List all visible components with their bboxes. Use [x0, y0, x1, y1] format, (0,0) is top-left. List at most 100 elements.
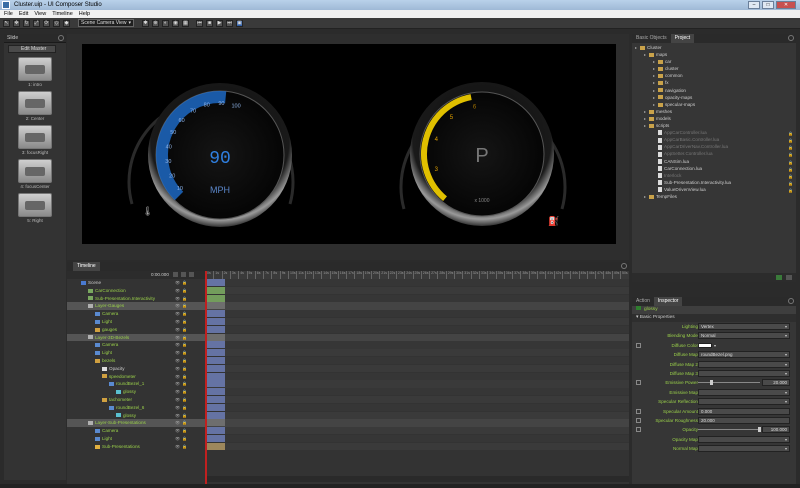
property-dropdown[interactable]: ▾ [698, 360, 790, 368]
menu-item-edit[interactable]: Edit [19, 11, 28, 17]
timeline-row[interactable]: Camera 👁🔒 [67, 427, 209, 434]
timeline-scrollbar[interactable] [207, 476, 629, 482]
property-dropdown[interactable]: ▾ [698, 398, 790, 406]
timeline-row[interactable]: Layer-3D-Bezels 👁🔒 [67, 333, 209, 341]
tree-folder[interactable]: ▸ models [632, 115, 796, 122]
row-toggles[interactable]: 👁🔒 [175, 287, 203, 294]
time-bar[interactable] [205, 286, 225, 294]
time-bar[interactable] [205, 310, 225, 318]
timeline-row[interactable]: Light 👁🔒 [67, 318, 209, 325]
refresh-icon[interactable]: ⟳ [43, 20, 50, 27]
row-toggles[interactable]: 👁🔒 [175, 419, 203, 426]
timeline-row[interactable]: tachometer 👁🔒 [67, 396, 209, 403]
timeline-row[interactable]: speedometer 👁🔒 [67, 373, 209, 380]
time-bar[interactable] [205, 411, 225, 419]
tree-file[interactable]: AppSetter.Controller.lua 🔒 [632, 150, 796, 157]
slide-item[interactable]: 3: focusRight [14, 125, 56, 155]
tree-file[interactable]: AppCarController.lua 🔒 [632, 129, 796, 136]
row-toggles[interactable]: 👁🔒 [175, 302, 203, 309]
time-bar[interactable] [205, 333, 225, 341]
tab-timeline[interactable]: Timeline [73, 262, 100, 271]
local-space-icon[interactable]: ◇ [53, 20, 60, 27]
timeline-row[interactable]: Opacity 👁🔒 [67, 365, 209, 372]
import-icon[interactable] [776, 275, 782, 280]
close-icon[interactable] [621, 263, 627, 269]
property-value[interactable]: 0.000 [698, 407, 790, 415]
property-dropdown[interactable]: ▾ [698, 388, 790, 396]
time-bar[interactable] [205, 442, 225, 450]
timeline-row[interactable]: Layer-Sub-Presentations 👁🔒 [67, 419, 209, 427]
tree-file[interactable]: AppCarBasic.Controller.lua 🔒 [632, 136, 796, 143]
render-mode-icon[interactable]: ▦ [182, 20, 189, 27]
maximize-button[interactable]: □ [762, 1, 774, 9]
row-toggles[interactable]: 👁🔒 [175, 279, 203, 286]
tab-inspector[interactable]: Inspector [653, 297, 683, 306]
timeline-row[interactable]: roundBezel_6 👁🔒 [67, 404, 209, 411]
fast-forward-icon[interactable]: ⏭ [226, 20, 233, 27]
time-bar[interactable] [205, 294, 225, 302]
keyframe-icon[interactable] [636, 342, 641, 348]
row-toggles[interactable]: 👁🔒 [175, 427, 203, 434]
lock-icon[interactable] [189, 272, 194, 277]
row-toggles[interactable]: 👁🔒 [175, 357, 203, 364]
pan-icon[interactable]: ⊕ [152, 20, 159, 27]
tree-file[interactable]: Interlock 🔒 [632, 172, 796, 179]
tree-folder[interactable]: ▸ Cluster [632, 44, 796, 51]
row-toggles[interactable]: 👁🔒 [175, 295, 203, 302]
scene-viewport[interactable]: 10 20 30 40 50 60 70 80 90 100 90 MPH 🌡 3456 P x … [67, 34, 629, 260]
section-header[interactable]: ▾ Basic Properties [632, 314, 796, 322]
time-bar[interactable] [205, 403, 225, 411]
play-icon[interactable]: ▶ [216, 20, 223, 27]
stop-icon[interactable]: ■ [206, 20, 213, 27]
time-bar[interactable] [205, 435, 225, 442]
refresh-icon[interactable] [786, 275, 792, 280]
tree-file[interactable]: ValueDrivenView.lua 🔒 [632, 186, 796, 193]
chevron-down-icon[interactable]: ▾ [714, 341, 716, 350]
property-dropdown[interactable]: Normal ▾ [698, 332, 790, 340]
menu-item-help[interactable]: Help [79, 11, 90, 17]
time-bar[interactable] [205, 318, 225, 325]
timeline-row[interactable]: Light 👁🔒 [67, 435, 209, 442]
time-bar[interactable] [205, 325, 225, 333]
slide-item[interactable]: 1: intro [14, 57, 56, 87]
row-toggles[interactable]: 👁🔒 [175, 396, 203, 403]
property-dropdown[interactable]: roundBezel.png ▾ [698, 351, 790, 359]
orbit-icon[interactable]: ◐ [162, 20, 169, 27]
tree-folder[interactable]: ▸ fx [632, 79, 796, 86]
close-icon[interactable] [58, 35, 64, 41]
tab-project[interactable]: Project [670, 34, 695, 43]
close-icon[interactable] [788, 35, 794, 41]
row-toggles[interactable]: 👁🔒 [175, 349, 203, 356]
row-toggles[interactable]: 👁🔒 [175, 388, 203, 395]
rotate-tool-icon[interactable]: ↻ [23, 20, 30, 27]
close-button[interactable]: ✕ [776, 1, 796, 9]
time-display[interactable]: 0:00.000 [151, 272, 169, 277]
global-space-icon[interactable]: ◆ [63, 20, 70, 27]
slider-handle[interactable] [710, 380, 713, 386]
time-bar[interactable] [205, 372, 225, 380]
rewind-icon[interactable]: ⏮ [196, 20, 203, 27]
timeline-row[interactable]: bezels 👁🔒 [67, 357, 209, 364]
row-toggles[interactable]: 👁🔒 [175, 334, 203, 341]
property-dropdown[interactable]: ▾ [698, 369, 790, 377]
edit-camera-icon[interactable]: ✱ [142, 20, 149, 27]
tree-file[interactable]: Sub-Presentation.Interactivity.lua 🔒 [632, 179, 796, 186]
row-toggles[interactable]: 👁🔒 [175, 404, 203, 411]
playhead[interactable] [205, 271, 207, 484]
eye-icon[interactable] [181, 272, 186, 277]
time-bar[interactable] [205, 380, 225, 388]
tab-basic-objects[interactable]: Basic Objects [632, 34, 671, 43]
tree-folder[interactable]: ▸ TempFiles [632, 193, 796, 200]
row-toggles[interactable]: 👁🔒 [175, 435, 203, 442]
row-toggles[interactable]: 👁🔒 [175, 326, 203, 333]
color-swatch[interactable] [698, 342, 712, 348]
tree-folder[interactable]: ▸ common [632, 72, 796, 79]
close-icon[interactable] [788, 298, 794, 304]
property-value[interactable]: 20.000 [698, 416, 790, 424]
tree-folder[interactable]: ▸ meshes [632, 108, 796, 115]
filter-icon[interactable] [173, 272, 178, 277]
row-toggles[interactable]: 👁🔒 [175, 380, 203, 387]
timeline-row[interactable]: roundBezel_1 👁🔒 [67, 380, 209, 387]
slide-item[interactable]: 2: Center [14, 91, 56, 121]
slider-handle[interactable] [758, 427, 761, 433]
